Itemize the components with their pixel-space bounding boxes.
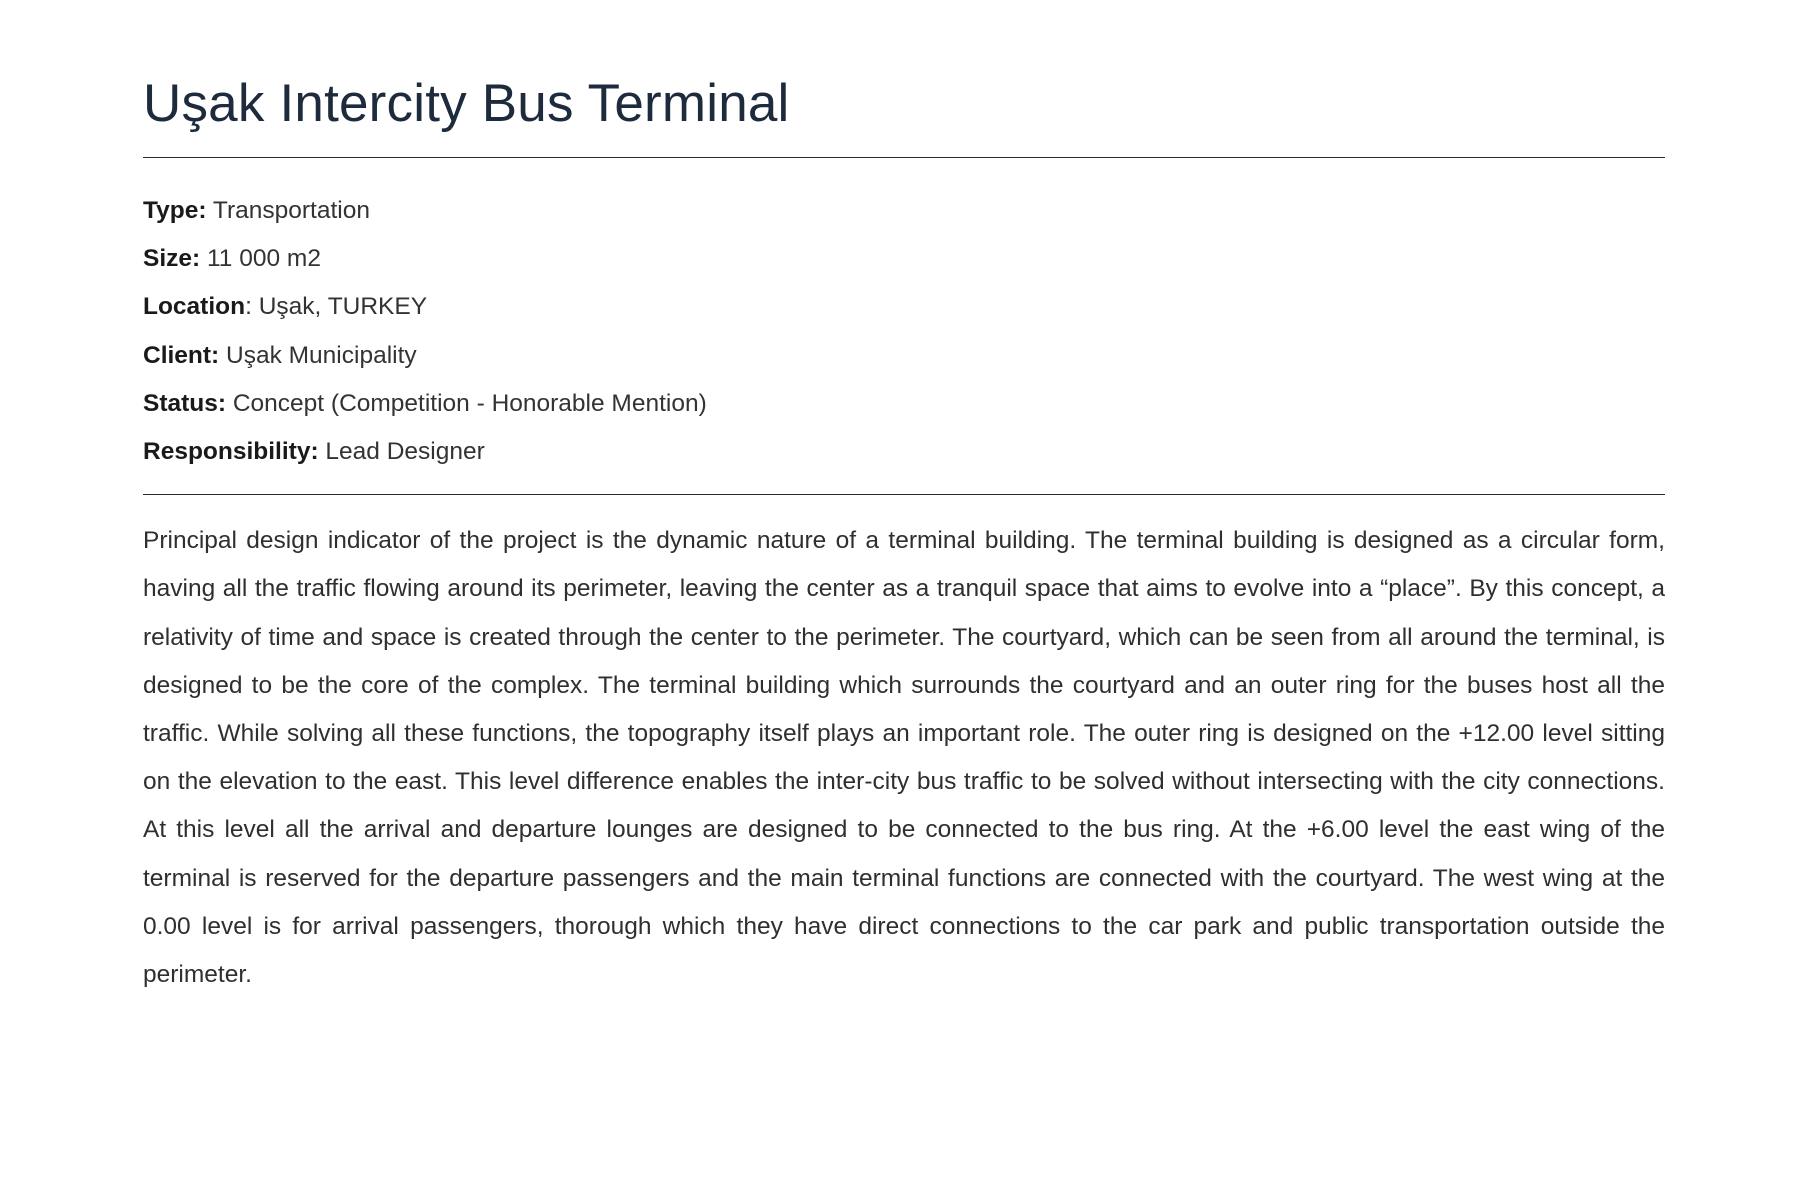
project-description: Principal design indicator of the projec…: [143, 527, 1665, 989]
detail-client: Client: Uşak Municipality: [143, 332, 1665, 380]
detail-type: Type: Transportation: [143, 187, 1665, 235]
detail-label: Status:: [143, 389, 227, 417]
detail-responsibility: Responsibility: Lead Designer: [143, 428, 1665, 476]
detail-value: : Uşak, TURKEY: [245, 293, 428, 321]
detail-label: Location: [143, 293, 246, 321]
detail-location: Location: Uşak, TURKEY: [143, 283, 1665, 331]
detail-value: Transportation: [206, 197, 370, 224]
detail-value: Lead Designer: [318, 438, 485, 466]
detail-value: 11 000 m2: [200, 245, 321, 273]
detail-label: Client:: [143, 341, 220, 369]
detail-size: Size: 11 000 m2: [143, 235, 1665, 283]
detail-value: Concept (Competition - Honorable Mention…: [226, 389, 707, 417]
detail-label: Responsibility:: [143, 438, 319, 466]
project-details-list: Type: Transportation Size: 11 000 m2 Loc…: [143, 158, 1665, 494]
page-title: Uşak Intercity Bus Terminal: [143, 74, 790, 133]
detail-label: Type:: [143, 197, 207, 224]
detail-label: Size:: [143, 245, 201, 273]
project-page: Uşak Intercity Bus Terminal Type: Transp…: [143, 0, 1665, 999]
detail-status: Status: Concept (Competition - Honorable…: [143, 380, 1665, 428]
detail-value: Uşak Municipality: [219, 341, 417, 369]
